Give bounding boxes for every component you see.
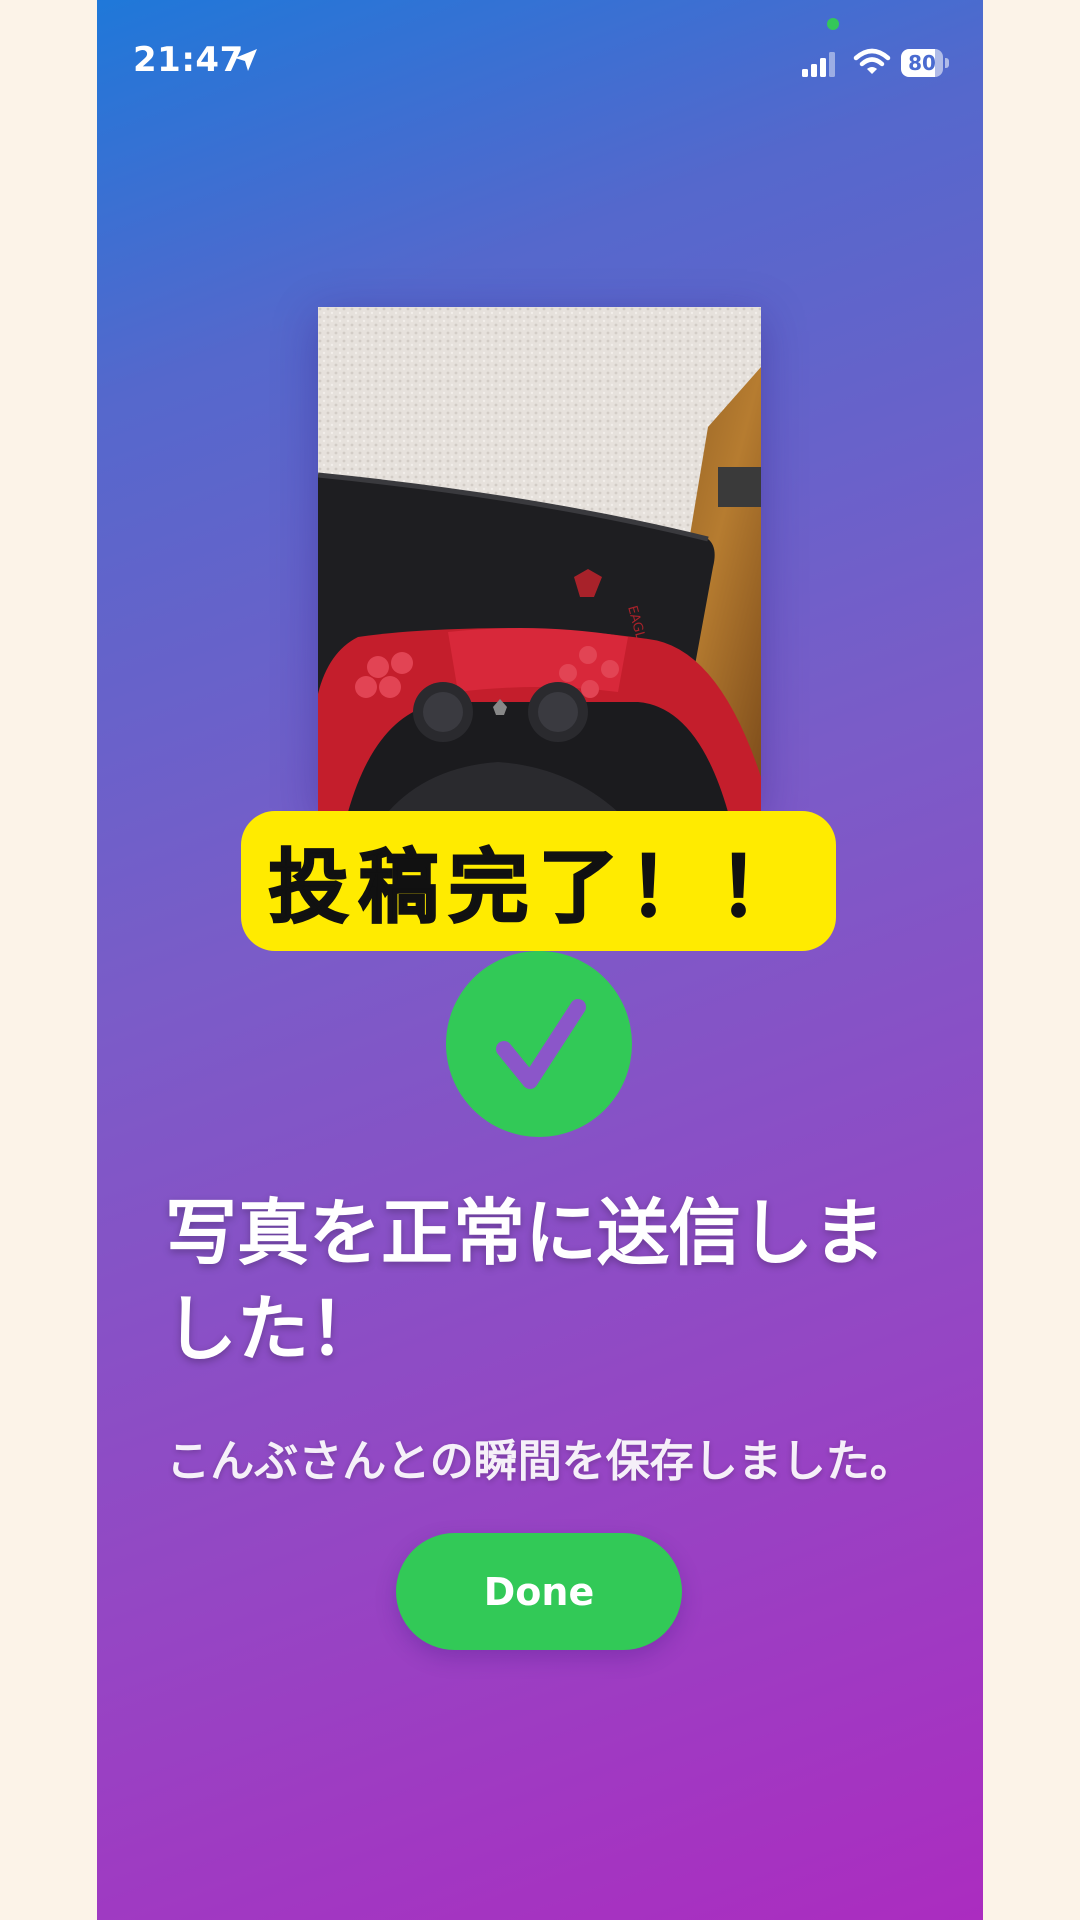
success-message: こんぶさんとの瞬間を保存しました。 <box>166 1436 914 1487</box>
location-arrow-icon <box>235 49 257 71</box>
submitted-photo: EAGLE <box>318 307 761 812</box>
battery-level-text: 80 <box>908 51 936 75</box>
camera-indicator-dot <box>827 18 839 30</box>
success-screen: 21:47 80 EAGLE 投稿完了！！ 写真を正常に送信しました！ こんぶさ… <box>97 0 983 1920</box>
status-time: 21:47 <box>133 40 244 80</box>
battery-cap <box>945 58 949 68</box>
post-complete-banner: 投稿完了！！ <box>241 811 836 951</box>
wifi-icon <box>853 48 891 74</box>
battery-charging-icon: 80 <box>901 49 943 77</box>
success-badge <box>446 951 632 1137</box>
banner-text: 投稿完了！！ <box>268 840 809 935</box>
checkmark-icon <box>496 999 586 1089</box>
done-button[interactable]: Done <box>396 1533 682 1650</box>
success-title: 写真を正常に送信しました！ <box>165 1191 886 1371</box>
cellular-signal-icon <box>802 52 835 77</box>
